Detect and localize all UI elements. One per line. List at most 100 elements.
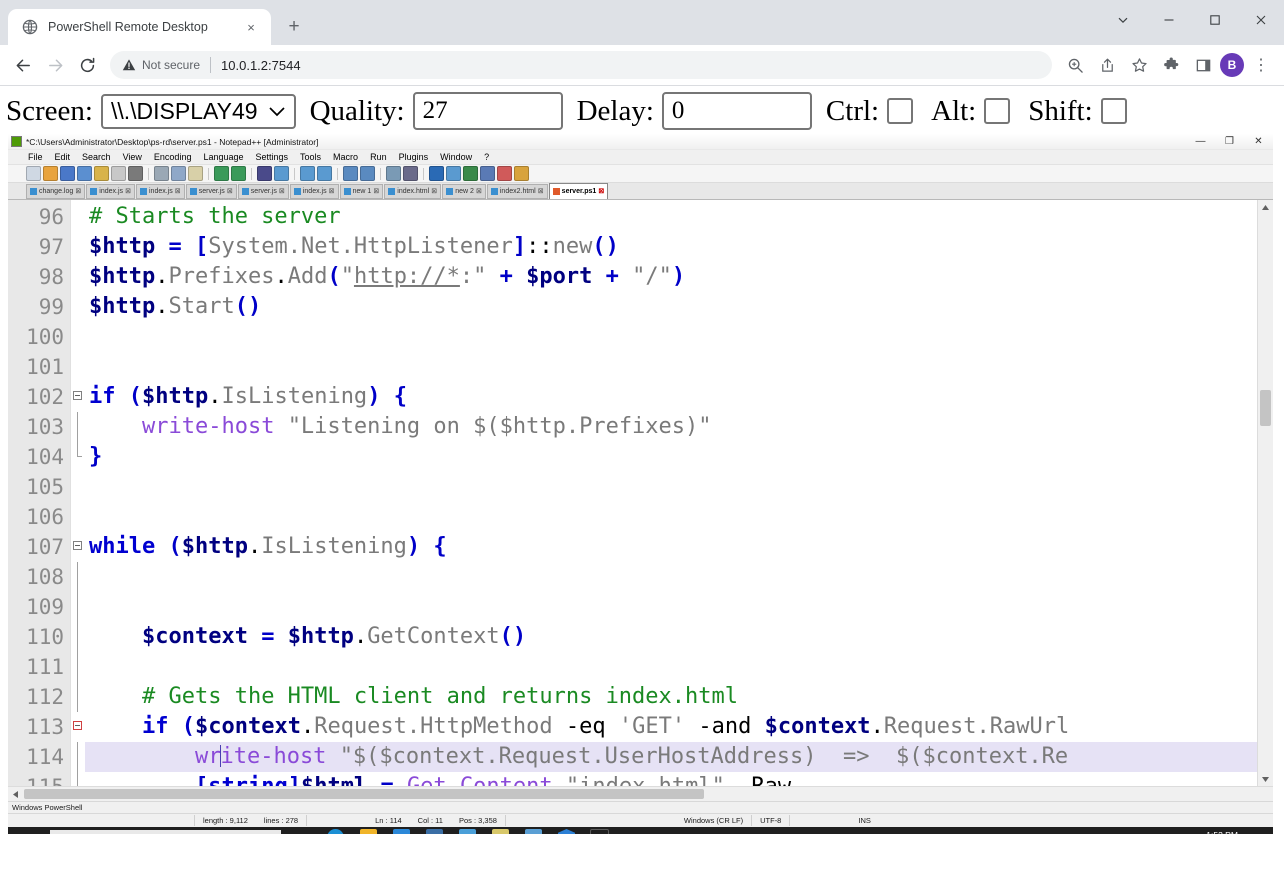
back-button[interactable] [8,50,38,80]
code-line[interactable]: if ($context.Request.HttpMethod -eq 'GET… [85,712,1273,742]
taskbar-app-store[interactable] [385,825,418,834]
taskbar-search-input[interactable]: Type here to search [50,830,281,834]
toolbar-show-symbol-icon[interactable] [403,166,418,181]
notepad-maximize-button[interactable]: ❐ [1215,134,1244,149]
toolbar-cut-icon[interactable] [154,166,169,181]
toolbar-copy-icon[interactable] [171,166,186,181]
code-line[interactable]: # Starts the server [85,202,1273,232]
taskbar-app-settings[interactable] [451,825,484,834]
document-tab[interactable]: change.log ⊠ [26,183,86,199]
document-tab[interactable]: index.html ⊠ [384,183,442,199]
document-tab-close-icon[interactable]: ⊠ [598,187,604,195]
menu-item-edit[interactable]: Edit [55,152,71,162]
vertical-scroll-thumb[interactable] [1260,390,1271,426]
scroll-down-icon[interactable] [1258,772,1273,786]
ctrl-checkbox[interactable] [887,98,914,124]
toolbar-close-all-icon[interactable] [111,166,126,181]
toolbar-zoom-out-icon[interactable] [317,166,332,181]
document-tab-close-icon[interactable]: ⊠ [175,187,181,195]
menu-item-search[interactable]: Search [82,152,111,162]
fold-cell[interactable] [71,592,85,622]
maximize-button[interactable] [1192,0,1238,40]
new-tab-button[interactable]: + [280,12,308,40]
fold-collapse-icon[interactable] [73,721,82,730]
share-icon[interactable] [1092,50,1122,80]
code-line[interactable] [85,562,1273,592]
reload-button[interactable] [72,50,102,80]
tab-search-button[interactable] [1100,0,1146,40]
toolbar-save-all-icon[interactable] [77,166,92,181]
code-editor[interactable]: 96 97 98 99 100 101 102 103 104 105 106 107 108 109 11… [8,200,1273,786]
document-tab-close-icon[interactable]: ⊠ [75,187,81,195]
toolbar-undo-icon[interactable] [214,166,229,181]
taskbar-app-paint[interactable] [484,825,517,834]
star-icon[interactable] [1124,50,1154,80]
menu-item-view[interactable]: View [123,152,142,162]
taskbar-app-file-explorer[interactable] [352,825,385,834]
browser-menu-button[interactable]: ⋮ [1246,50,1276,80]
fold-cell[interactable] [71,322,85,352]
fold-cell[interactable] [71,442,85,472]
code-line[interactable]: $http.Start() [85,292,1273,322]
taskbar-app-defender[interactable] [550,825,583,834]
security-status[interactable]: Not secure [122,58,200,72]
toolbar-indent-guide-icon[interactable] [429,166,444,181]
document-tab[interactable]: new 1 ⊠ [339,183,384,199]
profile-avatar[interactable]: B [1220,53,1244,77]
code-line[interactable] [85,352,1273,382]
taskbar-app-powershell[interactable] [583,825,616,834]
menu-item-[interactable]: ? [484,152,489,162]
code-line[interactable]: # Gets the HTML client and returns index… [85,682,1273,712]
toolbar-macro-play-icon[interactable] [514,166,529,181]
taskbar-app-edge[interactable] [319,825,352,834]
code-line[interactable]: write-host "Listening on $($http.Prefixe… [85,412,1273,442]
taskbar-clock[interactable]: 1:52 PM 4/12/2023 [1201,830,1243,834]
document-tab-close-icon[interactable]: ⊠ [373,187,379,195]
document-tab-close-icon[interactable]: ⊠ [329,187,335,195]
fold-cell[interactable] [71,232,85,262]
taskbar-app-notepad-plus[interactable] [517,825,550,834]
document-tab[interactable]: index.js ⊠ [86,183,135,199]
toolbar-paste-icon[interactable] [188,166,203,181]
document-tab-close-icon[interactable]: ⊠ [125,187,131,195]
toolbar-new-icon[interactable] [26,166,41,181]
fold-cell[interactable] [71,262,85,292]
side-panel-icon[interactable] [1188,50,1218,80]
fold-collapse-icon[interactable] [73,391,82,400]
start-button[interactable] [8,827,50,834]
code-line[interactable]: while ($http.IsListening) { [85,532,1273,562]
close-window-button[interactable] [1238,0,1284,40]
toolbar-print-icon[interactable] [128,166,143,181]
fold-cell[interactable] [71,742,85,772]
menu-item-run[interactable]: Run [370,152,387,162]
menu-item-macro[interactable]: Macro [333,152,358,162]
code-line-current[interactable]: write-host "$($context.Request.UserHostA… [85,742,1273,772]
menu-item-tools[interactable]: Tools [300,152,321,162]
screen-select[interactable]: \\.\DISPLAY49 [100,93,296,129]
document-tab[interactable]: index.js ⊠ [136,183,185,199]
fold-cell[interactable] [71,772,85,786]
document-tab-close-icon[interactable]: ⊠ [476,187,482,195]
menu-item-encoding[interactable]: Encoding [154,152,192,162]
toolbar-ui-2-icon[interactable] [463,166,478,181]
address-bar[interactable]: Not secure 10.0.1.2:7544 [110,51,1052,79]
taskbar-app-folder-blue[interactable] [418,825,451,834]
quality-input[interactable]: 27 [412,92,563,130]
document-tab-close-icon[interactable]: ⊠ [279,187,285,195]
document-tab[interactable]: index.js ⊠ [289,183,339,199]
menu-item-language[interactable]: Language [203,152,243,162]
document-tab[interactable]: index2.html ⊠ [486,183,548,199]
editor-vertical-scrollbar[interactable] [1257,200,1273,786]
browser-tab[interactable]: PowerShell Remote Desktop × [8,9,271,45]
close-icon[interactable]: × [241,17,261,37]
document-tab-close-icon[interactable]: ⊠ [227,187,233,195]
remote-screen-image[interactable]: *C:\Users\Administrator\Desktop\ps-rd\se… [8,134,1273,834]
scroll-up-icon[interactable] [1258,200,1273,214]
code-text-area[interactable]: # Starts the server $http = [System.Net.H… [85,200,1273,786]
fold-cell[interactable] [71,412,85,442]
toolbar-find-icon[interactable] [257,166,272,181]
toolbar-zoom-in-icon[interactable] [300,166,315,181]
toolbar-save-icon[interactable] [60,166,75,181]
menu-item-window[interactable]: Window [440,152,472,162]
zoom-icon[interactable] [1060,50,1090,80]
